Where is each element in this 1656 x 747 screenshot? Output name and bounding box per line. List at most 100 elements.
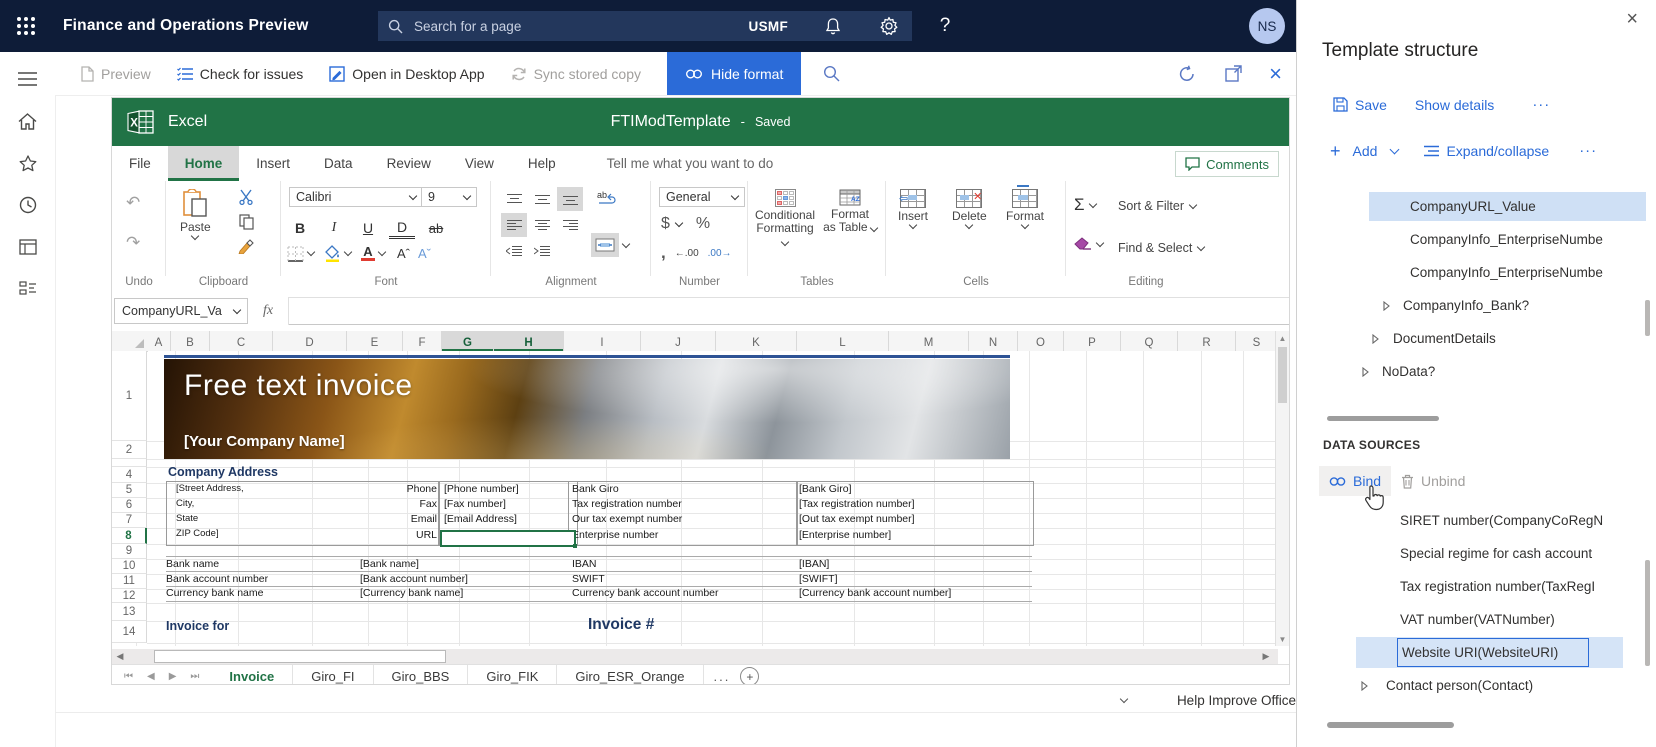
ribbon-tab-help[interactable]: Help (511, 146, 573, 181)
company-selector[interactable]: USMF (749, 19, 788, 34)
column-header-H[interactable]: H (494, 331, 564, 351)
shrink-font-icon[interactable]: Aˇ (418, 246, 431, 261)
ribbon-tab-review[interactable]: Review (370, 146, 448, 181)
grid-cell[interactable]: SWIFT (572, 573, 605, 585)
expand-collapse-button[interactable]: Expand/collapse (1424, 143, 1549, 159)
waffle-menu-icon[interactable] (17, 17, 35, 35)
next-sheet-icon[interactable]: ▶ (169, 671, 177, 682)
sheet-tab-invoice[interactable]: Invoice (211, 665, 294, 684)
grid-cell[interactable]: [Enterprise number] (799, 529, 891, 541)
grid-cell[interactable]: Fax (317, 498, 437, 510)
autosum-chevron[interactable] (1088, 199, 1097, 208)
grid-cell[interactable]: [Bank name] (360, 558, 419, 570)
row-header-13[interactable]: 13 (112, 603, 147, 621)
grid-cell[interactable]: Invoice # (588, 616, 654, 634)
row-header-14[interactable]: 14 (112, 621, 147, 643)
column-header-S[interactable]: S (1236, 331, 1278, 351)
scroll-down-icon[interactable]: ▼ (1276, 632, 1289, 646)
grid-cell[interactable]: [Email Address] (444, 513, 517, 525)
insert-cells-button[interactable]: ⇦ Insert (898, 189, 928, 230)
panel-scroll-thumb-top[interactable] (1645, 300, 1650, 336)
formula-input[interactable] (289, 297, 1289, 325)
select-all-corner[interactable] (112, 331, 148, 352)
sheet-tab-giro_esr_orange[interactable]: Giro_ESR_Orange (557, 665, 704, 684)
column-header-C[interactable]: C (210, 331, 273, 351)
data-source-item[interactable]: VAT number(VATNumber) (1297, 603, 1656, 636)
panel-more-button-1[interactable]: ··· (1532, 96, 1550, 113)
sync-stored-copy-button[interactable]: Sync stored copy (511, 66, 641, 82)
grid-cell[interactable]: [Bank account number] (360, 573, 468, 585)
sort-filter-button[interactable]: Sort & Filter (1118, 199, 1184, 213)
increase-indent-icon[interactable] (529, 239, 555, 263)
add-sheet-button[interactable]: + (740, 667, 760, 684)
conditional-formatting-button[interactable]: Conditional Formatting (754, 189, 816, 248)
redo-icon[interactable]: ↷ (126, 233, 140, 253)
row-header-6[interactable]: 6 (112, 498, 147, 513)
scroll-up-icon[interactable]: ▲ (1276, 331, 1289, 345)
preview-button[interactable]: Preview (81, 66, 151, 82)
show-details-button[interactable]: Show details (1415, 97, 1494, 113)
column-header-I[interactable]: I (564, 331, 641, 351)
bold-button[interactable]: B (287, 217, 313, 239)
tree-expand-chevron-icon[interactable] (1383, 300, 1390, 311)
row-header-3[interactable] (112, 459, 147, 467)
column-header-O[interactable]: O (1018, 331, 1064, 351)
open-new-window-icon[interactable] (1223, 64, 1243, 84)
comments-button[interactable]: Comments (1175, 151, 1279, 177)
column-header-P[interactable]: P (1064, 331, 1121, 351)
align-middle-icon[interactable] (529, 187, 555, 211)
scroll-right-icon[interactable]: ▶ (1258, 651, 1274, 662)
grid-cell[interactable]: [Fax number] (444, 498, 506, 510)
tree-expand-chevron-icon[interactable] (1362, 366, 1369, 377)
check-for-issues-button[interactable]: Check for issues (176, 66, 303, 82)
comma-format-icon[interactable]: , (661, 243, 666, 263)
grid-cell[interactable]: City, (176, 498, 194, 509)
bind-button[interactable]: Bind (1319, 466, 1392, 496)
column-header-B[interactable]: B (171, 331, 210, 351)
currency-chevron[interactable] (674, 218, 684, 227)
sheet-tab-giro_fik[interactable]: Giro_FIK (468, 665, 558, 684)
grid-cell[interactable]: [Tax registration number] (799, 498, 915, 510)
ribbon-tab-data[interactable]: Data (307, 146, 370, 181)
double-underline-button[interactable]: D (389, 218, 415, 239)
grid-cell[interactable]: ZIP Code] (176, 528, 219, 539)
row-header-1[interactable]: 1 (112, 351, 147, 441)
column-header-F[interactable]: F (403, 331, 442, 351)
font-color-icon[interactable]: A (361, 245, 375, 261)
recent-clock-icon[interactable] (0, 184, 55, 226)
grid-cell[interactable]: [SWIFT] (799, 573, 838, 585)
paste-button[interactable]: Paste (180, 189, 211, 241)
row-header-10[interactable]: 10 (112, 559, 147, 574)
grid-cell[interactable]: [Currency bank name] (360, 587, 463, 599)
grid-cell[interactable]: [IBAN] (799, 558, 829, 570)
footer-chevron-icon[interactable] (1119, 694, 1129, 703)
column-header-G[interactable]: G (442, 331, 494, 351)
panel-save-button[interactable]: Save (1333, 97, 1387, 113)
grid-cell[interactable]: Email (317, 513, 437, 525)
align-center-icon[interactable] (529, 213, 555, 237)
format-painter-icon[interactable] (238, 239, 254, 254)
underline-button[interactable]: U (355, 217, 381, 239)
column-header-D[interactable]: D (273, 331, 347, 351)
user-avatar[interactable]: NS (1249, 8, 1285, 44)
grid-vertical-scrollbar[interactable]: ▲ ▼ (1275, 331, 1289, 646)
row-header-4[interactable]: 4 (112, 467, 147, 483)
data-source-item[interactable]: Tax registration number(TaxRegI (1297, 570, 1656, 603)
number-format-select[interactable]: General (659, 187, 745, 207)
find-select-button[interactable]: Find & Select (1118, 241, 1192, 255)
notifications-bell-icon[interactable] (822, 15, 844, 37)
decrease-decimal-icon[interactable]: .00→ (708, 248, 732, 259)
workspaces-icon[interactable] (0, 268, 55, 310)
borders-chevron[interactable] (306, 247, 316, 257)
grid-cell[interactable]: Invoice for (166, 619, 229, 633)
font-color-chevron[interactable] (377, 247, 387, 257)
grid-cell[interactable]: IBAN (572, 558, 597, 570)
grid-cell[interactable]: Bank account number (166, 573, 268, 585)
percent-format-icon[interactable]: % (696, 215, 710, 233)
horizontal-scroll-thumb[interactable] (154, 650, 446, 663)
grid-horizontal-scrollbar[interactable]: ◀ ▶ (112, 649, 1278, 664)
forms-icon[interactable] (0, 226, 55, 268)
merge-center-icon[interactable] (591, 233, 619, 257)
format-cells-button[interactable]: Format (1006, 185, 1044, 230)
format-as-table-button[interactable]: AZ Format as Table (820, 189, 880, 234)
